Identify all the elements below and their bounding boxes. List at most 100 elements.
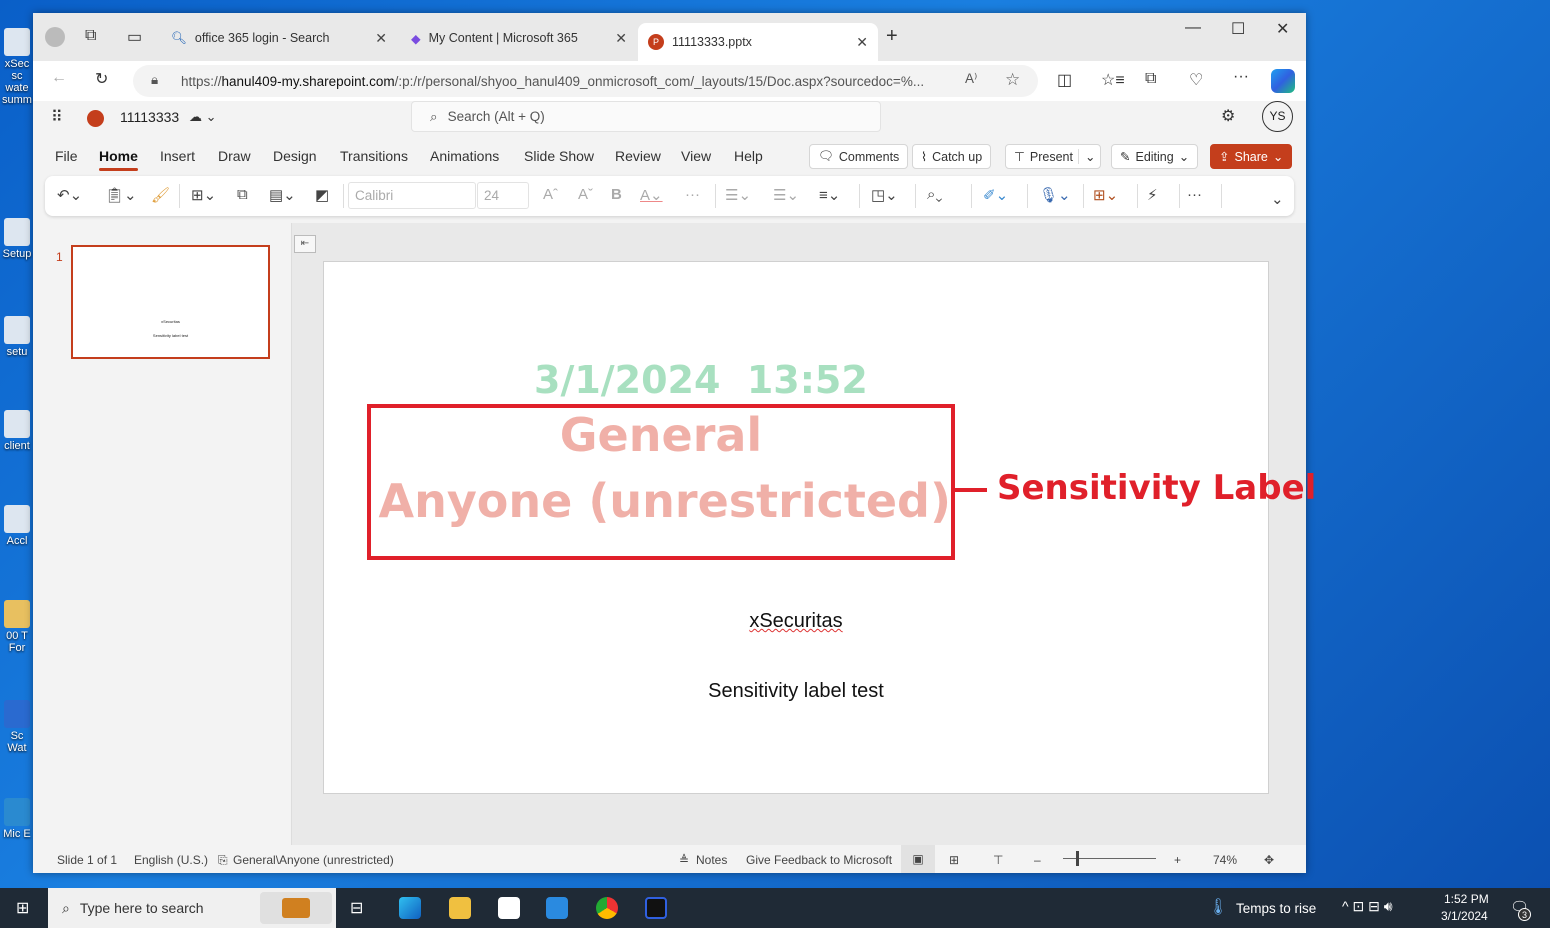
back-icon[interactable]: ← xyxy=(51,69,67,87)
find-icon[interactable]: ⌕⌄ xyxy=(927,186,942,203)
grow-font-icon[interactable]: Aˆ xyxy=(543,186,558,203)
close-icon[interactable]: ✕ xyxy=(856,34,868,51)
editing-button[interactable]: ✎ Editing ⌄ xyxy=(1111,144,1199,169)
format-painter-icon[interactable]: 🖌︎ xyxy=(151,186,170,204)
background-icon[interactable]: ◩ xyxy=(315,186,329,204)
file-explorer-icon[interactable] xyxy=(449,897,471,919)
layout-icon[interactable]: ▤⌄ xyxy=(269,186,296,204)
tab-slide-show[interactable]: Slide Show xyxy=(524,148,594,164)
quick-starter-icon[interactable]: ⚡︎ xyxy=(1147,186,1158,204)
search-input[interactable]: ⌕ Search (Alt + Q) xyxy=(411,101,881,132)
workspaces-icon[interactable]: ⧉ xyxy=(85,27,96,45)
chevron-down-icon[interactable]: ⌄ xyxy=(1077,149,1095,164)
zoom-in-button[interactable]: + xyxy=(1174,853,1181,867)
more-options-icon[interactable]: ··· xyxy=(1187,186,1202,203)
desktop-icon[interactable]: 00 T For xyxy=(0,600,34,654)
clock-time[interactable]: 1:52 PM xyxy=(1444,892,1489,906)
add-ins-icon[interactable]: ⊞⌄ xyxy=(1093,186,1118,204)
reuse-slides-icon[interactable]: ⧉ xyxy=(237,186,248,203)
language[interactable]: English (U.S.) xyxy=(134,853,208,867)
webex-icon[interactable] xyxy=(645,897,667,919)
bullets-icon[interactable]: ☰⌄ xyxy=(725,186,751,204)
tab-file[interactable]: File xyxy=(55,148,78,164)
browser-essentials-icon[interactable]: ♡ xyxy=(1189,70,1203,90)
tab-insert[interactable]: Insert xyxy=(160,148,195,164)
tab-home[interactable]: Home xyxy=(99,148,138,171)
close-icon[interactable]: ✕ xyxy=(615,30,627,47)
designer-icon[interactable]: ✐⌄ xyxy=(983,186,1008,204)
document-title[interactable]: 11113333 xyxy=(120,109,179,125)
numbering-icon[interactable]: ☰⌄ xyxy=(773,186,799,204)
zoom-out-button[interactable]: – xyxy=(1034,853,1041,867)
tab-actions-icon[interactable]: ▭ xyxy=(127,27,142,47)
bold-icon[interactable]: B xyxy=(611,186,622,203)
split-screen-icon[interactable]: ◫ xyxy=(1057,70,1072,90)
label-anyone[interactable]: Anyone (unrestricted) xyxy=(371,474,951,528)
align-icon[interactable]: ≡⌄ xyxy=(819,186,840,204)
dictate-icon[interactable]: 🎙︎⌄ xyxy=(1039,186,1071,204)
store-icon[interactable] xyxy=(498,897,520,919)
search-highlight-icon[interactable] xyxy=(260,892,332,924)
label-general[interactable]: General xyxy=(371,408,951,462)
slide-thumbnail[interactable]: xSecuritas Sensitivity label test xyxy=(71,245,270,359)
mail-icon[interactable] xyxy=(546,897,568,919)
task-view-icon[interactable]: ⊟ xyxy=(350,898,363,918)
undo-icon[interactable]: ↶⌄ xyxy=(57,186,82,204)
sensitivity-status[interactable]: General\Anyone (unrestricted) xyxy=(233,853,394,867)
desktop-icon[interactable]: Accl xyxy=(0,505,34,547)
chrome-icon[interactable] xyxy=(596,897,618,919)
saved-status-icon[interactable]: ☁ ⌄ xyxy=(189,109,217,125)
weather-text[interactable]: Temps to rise xyxy=(1236,901,1316,916)
desktop-icon[interactable]: Sc Wat xyxy=(0,700,34,754)
more-icon[interactable]: ··· xyxy=(1233,68,1249,86)
new-tab-button[interactable]: + xyxy=(886,25,898,48)
shapes-icon[interactable]: ◳⌄ xyxy=(871,186,898,204)
font-size-select[interactable]: 24 xyxy=(477,182,529,209)
subtitle-test[interactable]: Sensitivity label test xyxy=(324,680,1268,703)
clock-date[interactable]: 3/1/2024 xyxy=(1441,909,1488,923)
reading-view-icon[interactable]: ⊤ xyxy=(993,853,1003,867)
catch-up-button[interactable]: ⌇ Catch up xyxy=(912,144,992,169)
collections-icon[interactable]: ⧉ xyxy=(1145,70,1156,88)
tab-pptx[interactable]: P 11113333.pptx ✕ xyxy=(638,23,878,61)
desktop-icon[interactable]: client xyxy=(0,410,34,452)
more-font-icon[interactable]: ··· xyxy=(685,186,700,203)
refresh-icon[interactable]: ↻ xyxy=(95,69,108,89)
slide-datetime[interactable]: 3/1/2024 13:52 xyxy=(534,358,868,402)
font-name-select[interactable]: Calibri xyxy=(348,182,476,209)
taskbar-search-input[interactable]: ⌕ Type here to search xyxy=(48,888,336,928)
avatar[interactable]: YS xyxy=(1262,101,1293,132)
tab-transitions[interactable]: Transitions xyxy=(340,148,408,164)
desktop-icon[interactable]: xSec sc wate summ xyxy=(0,28,34,106)
present-button[interactable]: ⊤ Present ⌄ xyxy=(1005,144,1101,169)
windows-start-icon[interactable]: ⊞ xyxy=(16,898,29,918)
font-color-icon[interactable]: A⌄ xyxy=(640,186,663,204)
comments-button[interactable]: 🗨︎ Comments xyxy=(809,144,909,169)
edge-icon[interactable] xyxy=(399,897,421,919)
tab-my-content[interactable]: ◆ My Content | Microsoft 365 ✕ xyxy=(401,23,637,53)
expand-ribbon-icon[interactable]: ⌄ xyxy=(1271,190,1284,208)
tab-design[interactable]: Design xyxy=(273,148,317,164)
favorites-icon[interactable]: ☆≡ xyxy=(1101,70,1125,90)
tab-search[interactable]: 🔍︎ office 365 login - Search ✕ xyxy=(161,23,397,53)
close-window-button[interactable]: ✕ xyxy=(1276,19,1289,39)
desktop-icon[interactable]: Mic E xyxy=(0,798,34,840)
address-input[interactable]: 🔒︎ https://hanul409-my.sharepoint.com/:p… xyxy=(133,65,1038,97)
profile-icon[interactable] xyxy=(45,27,65,47)
new-slide-icon[interactable]: ⊞⌄ xyxy=(191,186,216,204)
zoom-level[interactable]: 74% xyxy=(1213,853,1237,867)
minimize-button[interactable]: — xyxy=(1185,19,1201,37)
tab-view[interactable]: View xyxy=(681,148,711,164)
desktop-icon[interactable]: setu xyxy=(0,316,34,358)
slide-canvas[interactable]: 3/1/2024 13:52 General Anyone (unrestric… xyxy=(323,261,1316,794)
normal-view-icon[interactable]: ▣ xyxy=(901,845,935,873)
favorite-star-icon[interactable]: ☆ xyxy=(1005,70,1020,90)
tab-review[interactable]: Review xyxy=(615,148,661,164)
maximize-button[interactable]: ☐ xyxy=(1231,19,1245,39)
notes-button[interactable]: Notes xyxy=(696,853,727,867)
subtitle-xsecuritas[interactable]: xSecuritas xyxy=(324,610,1268,633)
slide-sorter-icon[interactable]: ⊞ xyxy=(949,853,959,867)
tab-animations[interactable]: Animations xyxy=(430,148,499,164)
tray-icons[interactable]: ^ ⊡ ⊟ 🔊︎ xyxy=(1342,898,1393,915)
shrink-font-icon[interactable]: Aˇ xyxy=(578,186,593,203)
